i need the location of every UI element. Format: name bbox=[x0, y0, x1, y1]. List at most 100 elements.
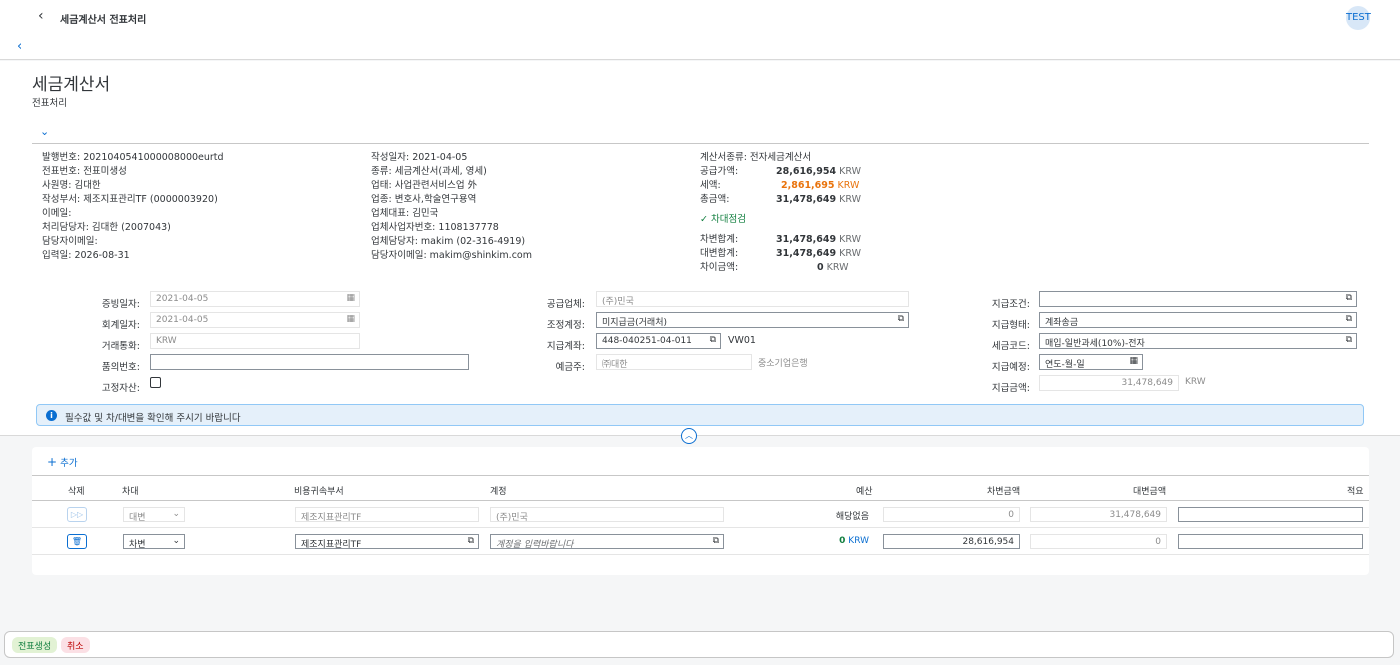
delete-icon[interactable]: 🗑 bbox=[67, 534, 87, 549]
pay-date-label: 지급예정: bbox=[991, 362, 1030, 373]
memo-input[interactable] bbox=[1178, 507, 1363, 522]
depositor-label: 예금주: bbox=[555, 362, 585, 373]
fixed-asset-checkbox[interactable] bbox=[150, 377, 161, 388]
account-date-label: 회계일자: bbox=[101, 320, 140, 331]
pay-account-code: VW01 bbox=[728, 335, 756, 346]
invoice-kind: 종류: 세금계산서(과세, 영세) bbox=[371, 166, 487, 177]
object-header: 세금계산서 전표처리 ⌄ 발행번호: 2021040541000008000eu… bbox=[0, 61, 1400, 436]
divider bbox=[32, 143, 1369, 144]
pay-amount-label: 지급금액: bbox=[991, 383, 1030, 394]
pay-account-field[interactable]: 448-040251-04-011 ⧉ bbox=[596, 333, 721, 349]
info-message-strip: i 필수값 및 차/대변을 확인해 주시기 바랍니다 bbox=[36, 404, 1364, 426]
cost-department-field[interactable]: 제조지표관리TF bbox=[295, 507, 479, 522]
calendar-icon[interactable]: ▦ bbox=[346, 293, 355, 303]
debit-credit-select[interactable]: 대변 ⌄ bbox=[123, 507, 185, 522]
pay-amount-field[interactable]: 31,478,649 bbox=[1039, 375, 1179, 391]
tax-amount: 세액: 2,861,695 KRW bbox=[700, 180, 860, 191]
company-contact: 업체담당자: makim (02-316-4919) bbox=[371, 236, 526, 247]
debit-amount-field[interactable]: 0 bbox=[883, 507, 1020, 522]
email: 이메일: bbox=[42, 208, 72, 219]
cancel-button[interactable]: 취소 bbox=[61, 637, 90, 653]
value-help-icon[interactable]: ⧉ bbox=[713, 536, 719, 546]
add-row-button[interactable]: + 추가 bbox=[47, 455, 78, 469]
col-debit-credit: 차대 bbox=[122, 487, 139, 497]
account-date-field[interactable]: 2021-04-05 ▦ bbox=[150, 312, 360, 328]
plus-icon: + bbox=[47, 455, 58, 469]
chevron-down-icon: ⌄ bbox=[172, 536, 180, 546]
cost-department-field[interactable]: 제조지표관리TF ⧉ bbox=[295, 534, 479, 549]
pay-type-field[interactable]: 계좌송금 ⧉ bbox=[1039, 312, 1357, 328]
col-credit-amount: 대변금액 bbox=[1133, 487, 1167, 497]
handler-email: 담당자이메일: bbox=[42, 236, 98, 247]
memo-input[interactable] bbox=[1178, 534, 1363, 549]
pay-condition-label: 지급조건: bbox=[991, 299, 1030, 310]
col-delete: 삭제 bbox=[68, 487, 85, 497]
page-subtitle: 전표처리 bbox=[32, 98, 67, 109]
col-debit-amount: 차변금액 bbox=[987, 487, 1021, 497]
col-cost-department: 비용귀속부서 bbox=[294, 487, 344, 497]
chevron-down-icon: ⌄ bbox=[172, 509, 180, 519]
company-ceo: 업체대표: 김민국 bbox=[371, 208, 439, 219]
value-help-icon[interactable]: ⧉ bbox=[710, 335, 716, 345]
info-column-3: 계산서종류: 전자세금계산서 공급가액: 28,616,954 KRW 세액: 2,… bbox=[700, 151, 861, 275]
nav-back-icon[interactable]: ‹ bbox=[17, 39, 22, 54]
avatar[interactable]: TEST bbox=[1346, 6, 1371, 30]
check-icon: ✓ bbox=[700, 214, 708, 225]
supplier-field[interactable]: (주)민국 bbox=[596, 291, 909, 307]
value-help-icon[interactable]: ⧉ bbox=[1346, 314, 1352, 324]
supply-amount: 공급가액: 28,616,954 KRW bbox=[700, 166, 861, 177]
value-help-icon[interactable]: ⧉ bbox=[898, 314, 904, 324]
info-column-2: 작성일자: 2021-04-05 종류: 세금계산서(과세, 영세) 업태: 사… bbox=[371, 151, 532, 263]
debit-credit-select[interactable]: 차변 ⌄ bbox=[123, 534, 185, 549]
department: 작성부서: 제조지표관리TF (0000003920) bbox=[42, 194, 218, 205]
adjust-account-field[interactable]: 미지급금(거래처) ⧉ bbox=[596, 312, 909, 328]
supplier-label: 공급업체: bbox=[546, 299, 585, 310]
debit-amount-input[interactable]: 28,616,954 bbox=[883, 534, 1020, 549]
value-help-icon[interactable]: ⧉ bbox=[1346, 335, 1352, 345]
budget-value: 해당없음 bbox=[835, 512, 869, 522]
invoice-type: 계산서종류: 전자세금계산서 bbox=[700, 152, 812, 163]
table-row: 🗑 차변 ⌄ 제조지표관리TF ⧉ 계정을 입력바랍니다 ⧉ 0 KRW 28,616… bbox=[32, 528, 1369, 555]
employee-name: 사원명: 김대한 bbox=[42, 180, 101, 191]
value-help-icon[interactable]: ⧉ bbox=[1346, 293, 1352, 303]
create-voucher-button[interactable]: 전표생성 bbox=[12, 637, 58, 653]
account-input[interactable]: 계정을 입력바랍니다 ⧉ bbox=[490, 534, 724, 549]
account-field[interactable]: (주)민국 bbox=[490, 507, 724, 522]
total-amount: 총금액: 31,478,649 KRW bbox=[700, 194, 861, 205]
table-header: 삭제 차대 비용귀속부서 계정 예산 차변금액 대변금액 적요 bbox=[32, 475, 1369, 501]
collapse-header-button[interactable]: ︿ bbox=[681, 428, 697, 444]
pay-date-field[interactable]: 연도-월-일 ▦ bbox=[1039, 354, 1143, 370]
business-type: 업태: 사업관련서비스업 外 bbox=[371, 180, 478, 191]
calendar-icon[interactable]: ▦ bbox=[346, 314, 355, 324]
pay-type-label: 지급형태: bbox=[991, 320, 1030, 331]
chevron-down-icon[interactable]: ⌄ bbox=[40, 125, 49, 138]
pay-account-label: 지급계좌: bbox=[546, 341, 585, 352]
app-title: 세금계산서 전표처리 bbox=[60, 15, 147, 26]
approval-number-input[interactable] bbox=[150, 354, 469, 370]
depositor-field[interactable]: ㈜대한 bbox=[596, 354, 752, 370]
budget-value: 0 KRW bbox=[839, 536, 869, 546]
balance-check: ✓ 차대점검 bbox=[700, 214, 746, 225]
fast-forward-icon[interactable]: ▷▷ bbox=[67, 507, 87, 522]
back-icon[interactable]: ‹ bbox=[38, 8, 44, 24]
evidence-date-label: 증빙일자: bbox=[101, 299, 140, 310]
credit-amount-field[interactable]: 31,478,649 bbox=[1030, 507, 1167, 522]
col-account: 계정 bbox=[490, 487, 507, 497]
write-date: 작성일자: 2021-04-05 bbox=[371, 152, 468, 163]
pay-amount-currency: KRW bbox=[1185, 377, 1206, 387]
value-help-icon[interactable]: ⧉ bbox=[468, 536, 474, 546]
voucher-number: 전표번호: 전표미생성 bbox=[42, 166, 127, 177]
fixed-asset-label: 고정자산: bbox=[101, 383, 140, 394]
pay-condition-field[interactable]: ⧉ bbox=[1039, 291, 1357, 307]
currency-label: 거래통화: bbox=[101, 341, 140, 352]
business-item: 업종: 변호사,학술연구용역 bbox=[371, 194, 477, 205]
table-row: ▷▷ 대변 ⌄ 제조지표관리TF (주)민국 해당없음 0 31,478,649 bbox=[32, 501, 1369, 528]
credit-amount-field[interactable]: 0 bbox=[1030, 534, 1167, 549]
calendar-icon[interactable]: ▦ bbox=[1129, 356, 1138, 366]
issue-number: 발행번호: 2021040541000008000eurtd bbox=[42, 152, 224, 163]
currency-field[interactable]: KRW bbox=[150, 333, 360, 349]
company-reg-number: 업체사업자번호: 1108137778 bbox=[371, 222, 499, 233]
page-title: 세금계산서 bbox=[32, 75, 111, 95]
evidence-date-field[interactable]: 2021-04-05 ▦ bbox=[150, 291, 360, 307]
tax-code-field[interactable]: 매입-일반과세(10%)-전자 ⧉ bbox=[1039, 333, 1357, 349]
